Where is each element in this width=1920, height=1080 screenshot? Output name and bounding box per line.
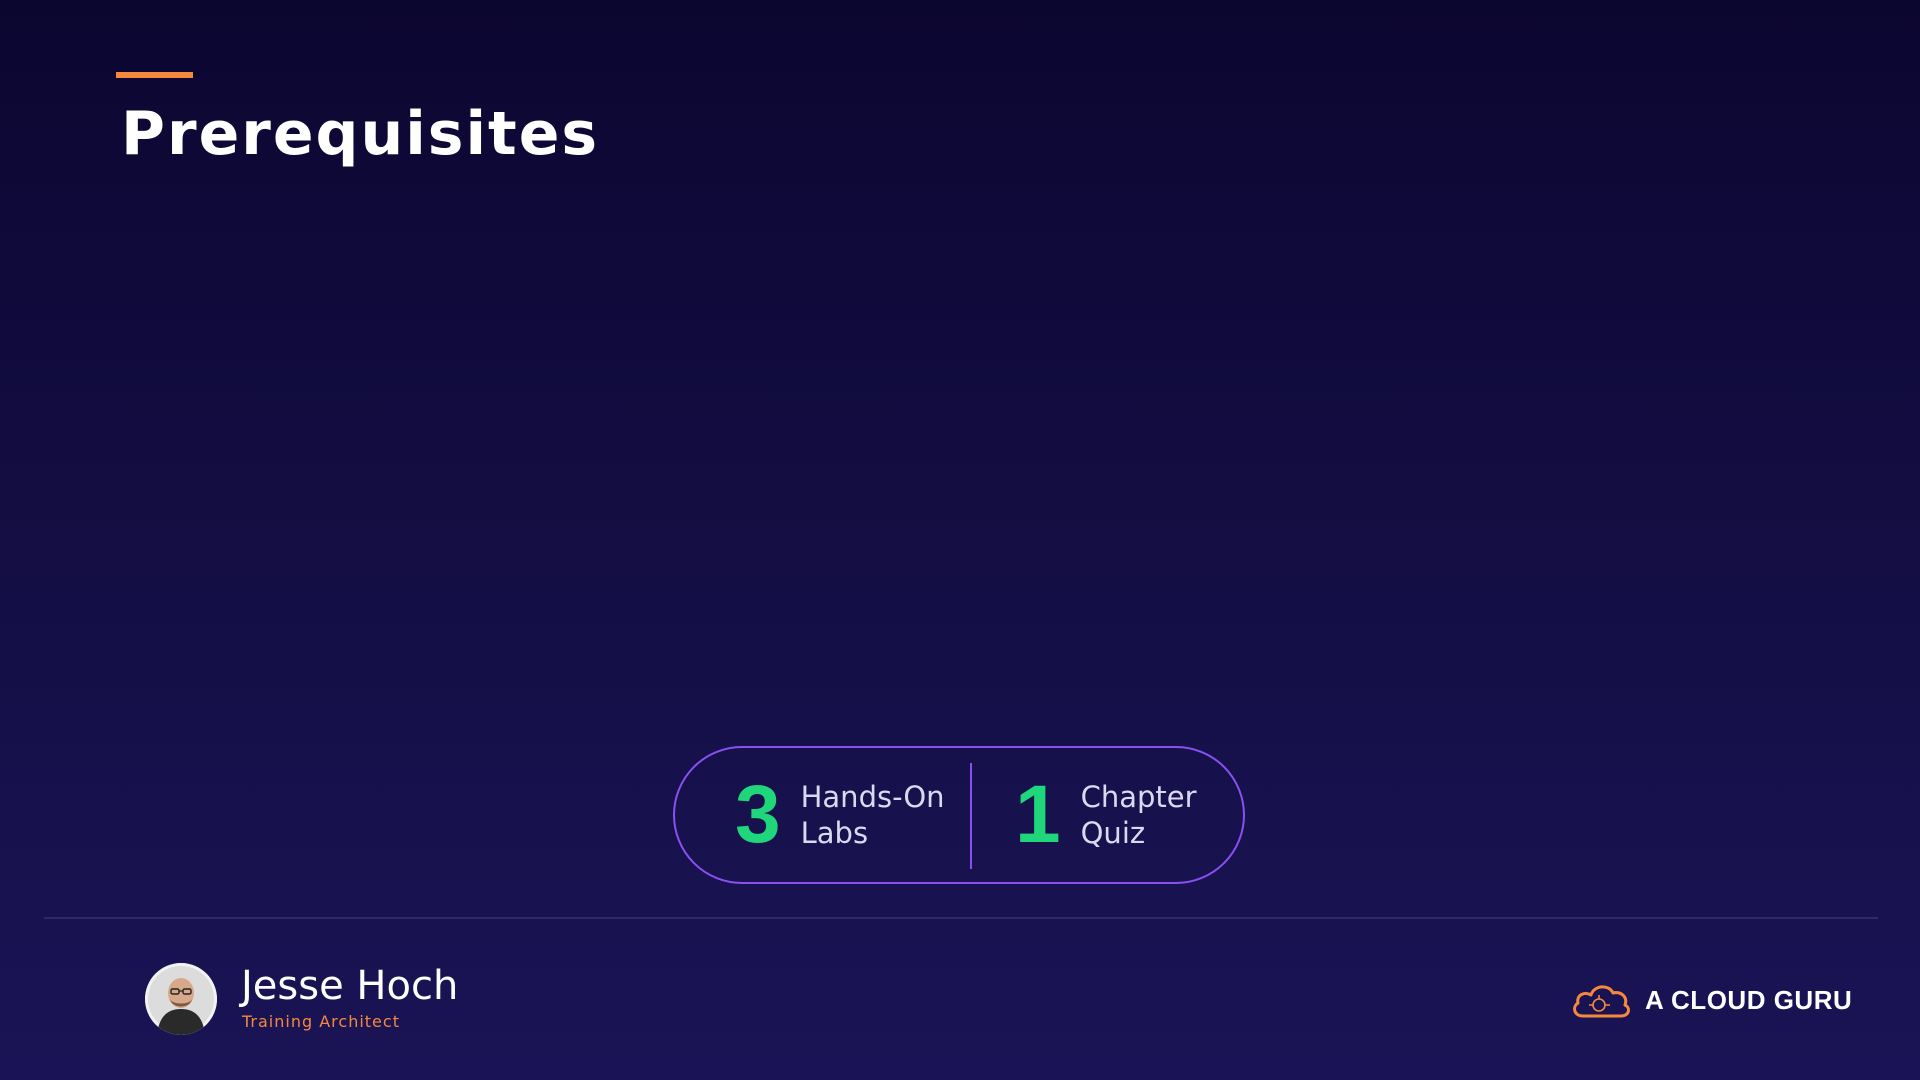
stat-quiz-number: 1	[1015, 769, 1061, 860]
brand-logo: A CLOUD GURU	[1569, 980, 1852, 1020]
presenter-role: Training Architect	[242, 1012, 400, 1031]
presenter-name: Jesse Hoch	[241, 963, 459, 1009]
slide-title: Prerequisites	[121, 99, 600, 169]
stat-labs-label: Hands-On Labs	[801, 779, 945, 851]
brand-name: A CLOUD GURU	[1645, 984, 1853, 1015]
presenter-avatar	[145, 963, 217, 1035]
title-accent-bar	[116, 72, 193, 78]
cloud-icon	[1573, 985, 1630, 1018]
stat-quiz: 1 Chapter Quiz	[1015, 748, 1197, 882]
stats-divider	[970, 763, 972, 869]
stats-pill: 3 Hands-On Labs 1 Chapter Quiz	[673, 746, 1245, 884]
stat-quiz-label-line1: Chapter	[1080, 780, 1197, 814]
stat-labs: 3 Hands-On Labs	[735, 748, 945, 882]
stat-quiz-label-line2: Quiz	[1080, 816, 1146, 850]
stat-labs-number: 3	[735, 769, 781, 860]
stat-labs-label-line1: Hands-On	[800, 780, 945, 814]
stat-quiz-label: Chapter Quiz	[1081, 779, 1197, 851]
stat-labs-label-line2: Labs	[800, 816, 869, 850]
footer-divider	[44, 917, 1878, 919]
